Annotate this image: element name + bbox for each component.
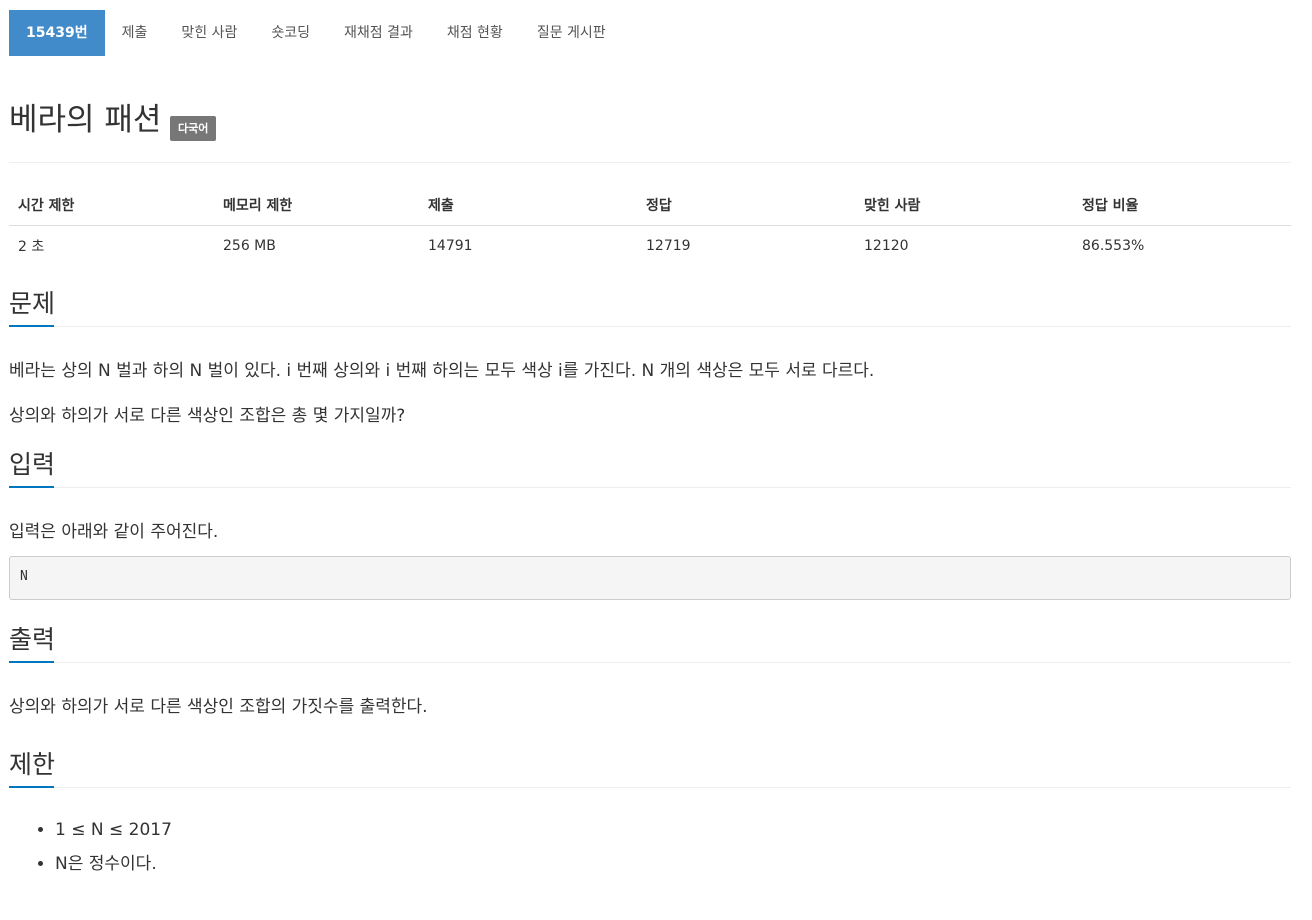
- header-accept-ratio: 정답 비율: [1073, 185, 1291, 226]
- limits-underline: [9, 786, 54, 788]
- problem-title-row: 베라의 패션 다국어: [9, 100, 1291, 163]
- problem-info-table: 시간 제한 메모리 제한 제출 정답 맞힌 사람 정답 비율 2 초 256 M…: [9, 185, 1291, 266]
- limits-heading: 제한: [9, 747, 1291, 788]
- header-solved-users: 맞힌 사람: [855, 185, 1073, 226]
- description-paragraph-2: 상의와 하의가 서로 다른 색상인 조합은 총 몇 가지일까?: [9, 406, 406, 426]
- input-title: 입력: [9, 450, 56, 479]
- multilingual-badge[interactable]: 다국어: [170, 116, 217, 141]
- output-paragraph: 상의와 하의가 서로 다른 색상인 조합의 가짓수를 출력한다.: [9, 697, 428, 717]
- value-time-limit: 2 초: [18, 239, 45, 255]
- value-accept-ratio: 86.553%: [1082, 238, 1145, 254]
- tab-question-board[interactable]: 질문 게시판: [520, 10, 623, 56]
- value-accepted: 12719: [646, 238, 691, 254]
- input-paragraph: 입력은 아래와 같이 주어진다.: [9, 522, 219, 542]
- output-section: 출력 상의와 하의가 서로 다른 색상인 조합의 가짓수를 출력한다.: [9, 622, 1291, 719]
- input-heading: 입력: [9, 447, 1291, 488]
- limits-section: 제한 1 ≤ N ≤ 2017 N은 정수이다.: [9, 747, 1291, 876]
- tab-submit[interactable]: 제출: [105, 10, 165, 56]
- tab-solved-users[interactable]: 맞힌 사람: [164, 10, 254, 56]
- limits-item-range: 1 ≤ N ≤ 2017: [55, 818, 1291, 842]
- header-accepted: 정답: [637, 185, 855, 226]
- input-format-code: N: [9, 556, 1291, 600]
- description-paragraph-1: 베라는 상의 N 벌과 하의 N 벌이 있다. i 번째 상의와 i 번째 하의…: [9, 361, 875, 381]
- output-title: 출력: [9, 625, 56, 654]
- output-underline: [9, 661, 54, 663]
- value-submissions: 14791: [428, 238, 473, 254]
- header-memory-limit: 메모리 제한: [214, 185, 419, 226]
- header-time-limit: 시간 제한: [9, 185, 214, 226]
- info-value-row: 2 초 256 MB 14791 12719 12120 86.553%: [9, 226, 1291, 267]
- info-header-row: 시간 제한 메모리 제한 제출 정답 맞힌 사람 정답 비율: [9, 185, 1291, 226]
- problem-tab-bar: 15439번 제출 맞힌 사람 숏코딩 재채점 결과 채점 현황 질문 게시판: [9, 10, 1291, 56]
- tab-problem-number[interactable]: 15439번: [9, 10, 105, 56]
- description-underline: [9, 325, 54, 327]
- input-section: 입력 입력은 아래와 같이 주어진다. N: [9, 447, 1291, 600]
- tab-rejudge-results[interactable]: 재채점 결과: [327, 10, 430, 56]
- description-title: 문제: [9, 289, 56, 318]
- input-underline: [9, 486, 54, 488]
- header-submissions: 제출: [419, 185, 637, 226]
- output-heading: 출력: [9, 622, 1291, 663]
- tab-short-coding[interactable]: 숏코딩: [254, 10, 327, 56]
- limits-item-integer: N은 정수이다.: [55, 852, 1291, 876]
- description-section: 문제 베라는 상의 N 벌과 하의 N 벌이 있다. i 번째 상의와 i 번째…: [9, 286, 1291, 428]
- limits-title: 제한: [9, 750, 56, 779]
- tab-judge-status[interactable]: 채점 현황: [430, 10, 520, 56]
- limits-list: 1 ≤ N ≤ 2017 N은 정수이다.: [9, 818, 1291, 876]
- page: 15439번 제출 맞힌 사람 숏코딩 재채점 결과 채점 현황 질문 게시판 …: [9, 10, 1291, 876]
- problem-title: 베라의 패션: [9, 102, 162, 138]
- value-memory-limit: 256 MB: [223, 238, 276, 254]
- description-heading: 문제: [9, 286, 1291, 327]
- value-solved-users: 12120: [864, 238, 909, 254]
